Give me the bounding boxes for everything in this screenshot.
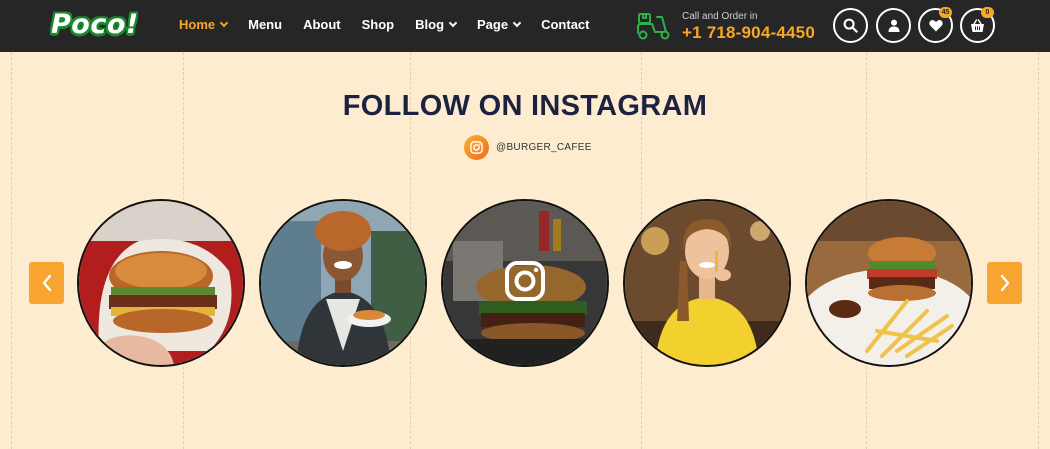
chevron-down-icon	[512, 18, 522, 28]
wishlist-button[interactable]: 45	[918, 7, 953, 43]
instagram-photo[interactable]	[259, 199, 427, 367]
chevron-down-icon	[219, 18, 229, 28]
account-button[interactable]	[876, 8, 911, 43]
carousel-next-button[interactable]	[987, 262, 1022, 304]
burger-and-fries-image	[443, 201, 607, 365]
instagram-photo[interactable]	[441, 199, 609, 367]
cart-button[interactable]: 0	[960, 7, 995, 43]
basket-icon	[971, 18, 984, 32]
nav-about-label: About	[303, 17, 341, 32]
nav-page[interactable]: Page	[477, 17, 522, 32]
burger-with-fries-plate-image	[807, 201, 971, 365]
carousel-prev-button[interactable]	[29, 262, 64, 304]
phone-number[interactable]: +1 718-904-4450	[682, 23, 815, 43]
instagram-photo[interactable]	[623, 199, 791, 367]
man-with-food-truck-image	[261, 201, 425, 365]
nav-shop-label: Shop	[361, 17, 395, 32]
instagram-icon	[464, 135, 489, 160]
call-order-label: Call and Order in	[682, 11, 758, 22]
nav-page-label: Page	[477, 17, 509, 32]
chevron-left-icon	[42, 274, 51, 292]
cart-count-badge: 0	[981, 7, 994, 18]
instagram-handle-link[interactable]: @BURGER_CAFEE	[464, 135, 592, 160]
nav-blog-label: Blog	[415, 17, 445, 32]
nav-about[interactable]: About	[303, 17, 341, 32]
search-button[interactable]	[833, 8, 868, 43]
site-header: Poco! Home Menu About Shop Blog Page Con…	[0, 0, 1050, 52]
user-icon	[888, 19, 899, 32]
nav-home[interactable]: Home	[179, 17, 229, 32]
chevron-down-icon	[448, 18, 458, 28]
nav-contact[interactable]: Contact	[541, 17, 589, 32]
burger-in-hand-image	[79, 201, 243, 365]
instagram-photo[interactable]	[805, 199, 973, 367]
section-title: FOLLOW ON INSTAGRAM	[342, 90, 708, 122]
nav-contact-label: Contact	[541, 17, 590, 32]
nav-blog[interactable]: Blog	[415, 17, 458, 32]
instagram-handle: @BURGER_CAFEE	[496, 142, 592, 153]
scooter-icon	[637, 13, 670, 40]
heart-icon	[928, 20, 943, 32]
nav-home-label: Home	[179, 17, 216, 32]
nav-menu[interactable]: Menu	[248, 17, 282, 32]
woman-eating-fries-image	[625, 201, 789, 365]
wishlist-count-badge: 45	[939, 7, 952, 18]
chevron-right-icon	[1000, 274, 1009, 292]
search-icon	[843, 18, 858, 33]
main-nav: Home Menu About Shop Blog Page Contact	[179, 17, 610, 32]
site-logo[interactable]: Poco!	[51, 9, 139, 40]
instagram-photo[interactable]	[77, 199, 245, 367]
nav-menu-label: Menu	[248, 17, 283, 32]
nav-shop[interactable]: Shop	[362, 17, 395, 32]
